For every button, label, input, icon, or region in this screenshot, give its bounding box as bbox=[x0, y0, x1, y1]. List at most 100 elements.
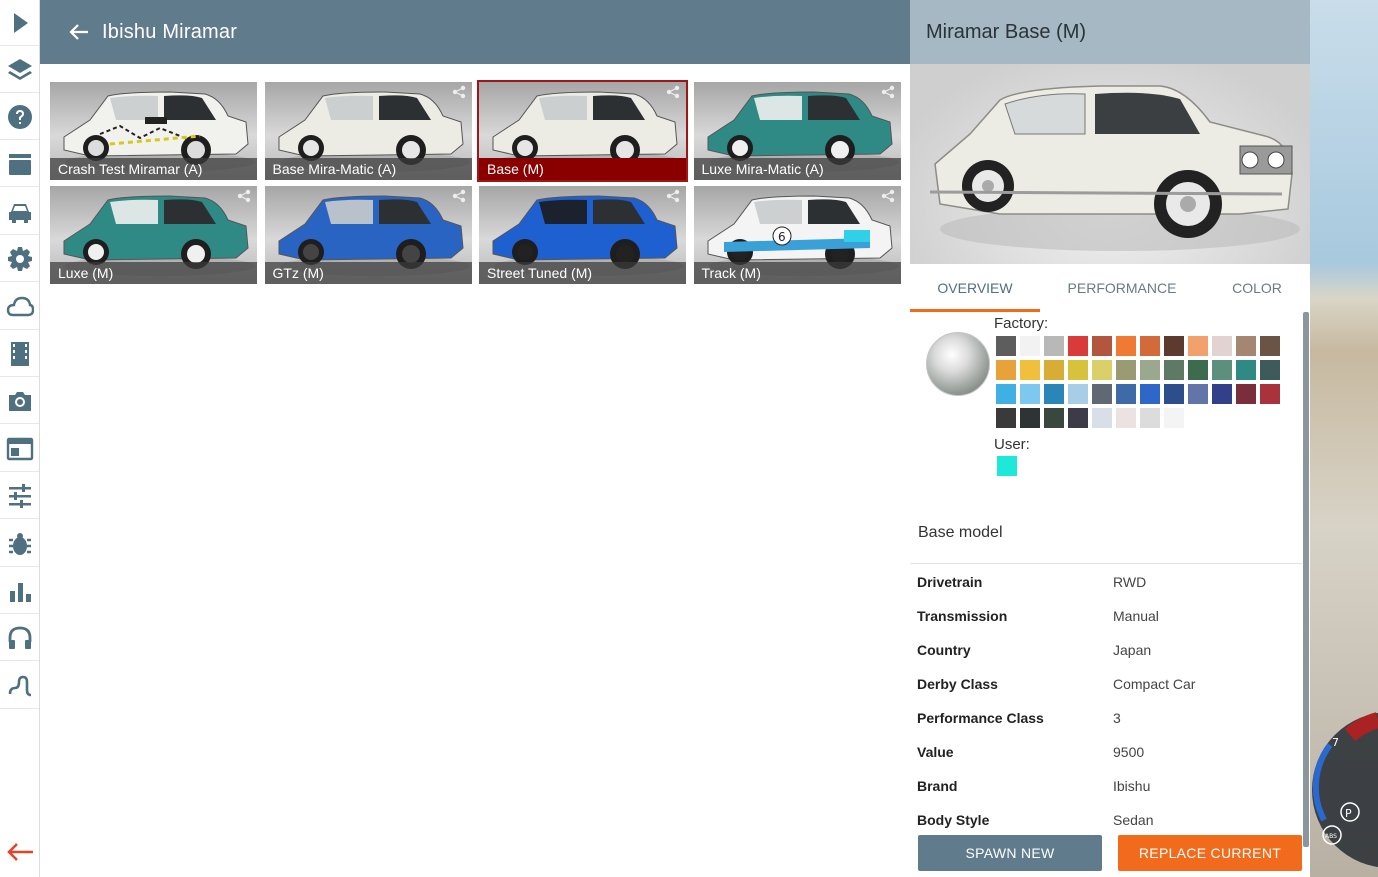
color-swatch[interactable] bbox=[1164, 336, 1184, 356]
color-swatch[interactable] bbox=[1116, 360, 1136, 380]
color-swatch[interactable] bbox=[1092, 336, 1112, 356]
color-swatch[interactable] bbox=[1140, 408, 1160, 428]
spec-key: Body Style bbox=[917, 812, 990, 828]
color-swatch[interactable] bbox=[1092, 384, 1112, 404]
share-icon[interactable] bbox=[881, 189, 895, 203]
sidebar-item-route[interactable] bbox=[0, 663, 39, 709]
panel-scrollbar[interactable] bbox=[1303, 312, 1309, 847]
sidebar-item-car[interactable] bbox=[0, 189, 39, 235]
tab-color[interactable]: COLOR bbox=[1204, 264, 1310, 312]
color-swatch[interactable] bbox=[1188, 360, 1208, 380]
paint-preview-sphere bbox=[926, 332, 990, 396]
color-swatch[interactable] bbox=[1140, 360, 1160, 380]
color-swatch[interactable] bbox=[1260, 384, 1280, 404]
color-swatch[interactable] bbox=[1164, 408, 1184, 428]
color-swatch[interactable] bbox=[1044, 384, 1064, 404]
color-swatch[interactable] bbox=[1020, 360, 1040, 380]
sidebar-item-help[interactable] bbox=[0, 94, 39, 140]
color-swatch[interactable] bbox=[1044, 408, 1064, 428]
config-tile[interactable]: Luxe (M) bbox=[50, 186, 257, 284]
color-swatch[interactable] bbox=[1164, 384, 1184, 404]
color-swatch[interactable] bbox=[1212, 384, 1232, 404]
color-swatch[interactable] bbox=[996, 408, 1016, 428]
tab-overview[interactable]: OVERVIEW bbox=[910, 264, 1040, 312]
share-icon[interactable] bbox=[666, 189, 680, 203]
color-swatch[interactable] bbox=[1116, 384, 1136, 404]
color-swatch[interactable] bbox=[996, 360, 1016, 380]
sidebar-item-camera[interactable] bbox=[0, 378, 39, 424]
color-swatch[interactable] bbox=[1212, 360, 1232, 380]
sidebar-item-clapperboard[interactable] bbox=[0, 141, 39, 187]
color-swatch[interactable] bbox=[1068, 384, 1088, 404]
config-tile[interactable]: Base (M) bbox=[477, 80, 688, 182]
color-swatch[interactable] bbox=[1068, 336, 1088, 356]
config-label: GTz (M) bbox=[264, 262, 472, 284]
back-arrow-icon[interactable] bbox=[4, 838, 36, 866]
color-swatch[interactable] bbox=[996, 384, 1016, 404]
sidebar-item-film[interactable] bbox=[0, 331, 39, 377]
car-icon bbox=[8, 203, 31, 223]
details-panel: Miramar Base (M) OVERVIEW PERFORMANCE CO… bbox=[910, 0, 1310, 877]
share-icon[interactable] bbox=[452, 189, 466, 203]
share-icon[interactable] bbox=[452, 85, 466, 99]
config-tile[interactable]: Luxe Mira-Matic (A) bbox=[693, 82, 901, 180]
config-tile[interactable]: Base Mira-Matic (A) bbox=[264, 82, 472, 180]
color-swatch[interactable] bbox=[1020, 408, 1040, 428]
color-swatch[interactable] bbox=[1116, 336, 1136, 356]
spec-value: Sedan bbox=[1113, 812, 1154, 828]
color-swatch[interactable] bbox=[1164, 360, 1184, 380]
route-icon bbox=[8, 675, 31, 696]
share-icon[interactable] bbox=[666, 85, 680, 99]
color-swatch[interactable] bbox=[1068, 360, 1088, 380]
sidebar-item-headphones[interactable] bbox=[0, 615, 39, 661]
spec-key: Drivetrain bbox=[917, 574, 983, 590]
color-swatch[interactable] bbox=[1092, 408, 1112, 428]
config-tile[interactable]: GTz (M) bbox=[264, 186, 472, 284]
sidebar-item-sliders[interactable] bbox=[0, 473, 39, 519]
color-swatch[interactable] bbox=[1236, 336, 1256, 356]
config-tile[interactable]: Street Tuned (M) bbox=[479, 186, 686, 284]
color-swatch[interactable] bbox=[1188, 384, 1208, 404]
share-icon[interactable] bbox=[237, 189, 251, 203]
sidebar-item-layers[interactable] bbox=[0, 47, 39, 93]
color-swatch[interactable] bbox=[1260, 336, 1280, 356]
config-tile[interactable]: Crash Test Miramar (A) bbox=[50, 82, 257, 180]
help-icon bbox=[7, 104, 32, 129]
sidebar-item-play[interactable] bbox=[0, 0, 39, 46]
config-tile[interactable]: 6 Track (M) bbox=[693, 186, 901, 284]
user-swatch[interactable] bbox=[997, 456, 1017, 476]
spec-row: Brand Ibishu bbox=[910, 769, 1302, 803]
arrow-left-icon[interactable] bbox=[68, 21, 90, 43]
color-swatch[interactable] bbox=[1212, 336, 1232, 356]
sidebar-item-bug[interactable] bbox=[0, 521, 39, 567]
spawn-new-button[interactable]: SPAWN NEW bbox=[918, 835, 1102, 871]
color-swatch[interactable] bbox=[1188, 336, 1208, 356]
color-swatch[interactable] bbox=[1068, 408, 1088, 428]
color-swatch[interactable] bbox=[1140, 336, 1160, 356]
color-swatch[interactable] bbox=[1044, 360, 1064, 380]
sidebar-item-gear[interactable] bbox=[0, 236, 39, 282]
tab-performance[interactable]: PERFORMANCE bbox=[1040, 264, 1204, 312]
color-swatch[interactable] bbox=[1020, 384, 1040, 404]
user-label: User: bbox=[994, 436, 1030, 453]
spec-key: Value bbox=[917, 744, 954, 760]
sidebar-item-window[interactable] bbox=[0, 426, 39, 472]
config-label: Crash Test Miramar (A) bbox=[50, 158, 257, 180]
color-swatch[interactable] bbox=[1116, 408, 1136, 428]
color-swatch[interactable] bbox=[1044, 336, 1064, 356]
color-swatch[interactable] bbox=[1260, 360, 1280, 380]
share-icon[interactable] bbox=[881, 85, 895, 99]
headphones-icon bbox=[8, 626, 31, 649]
color-swatch[interactable] bbox=[1236, 360, 1256, 380]
color-swatch[interactable] bbox=[1236, 384, 1256, 404]
config-label: Luxe Mira-Matic (A) bbox=[693, 158, 901, 180]
spec-table: Drivetrain RWD Transmission Manual Country Ja… bbox=[910, 564, 1302, 837]
color-swatch[interactable] bbox=[1020, 336, 1040, 356]
replace-current-button[interactable]: REPLACE CURRENT bbox=[1118, 835, 1302, 871]
color-swatch[interactable] bbox=[996, 336, 1016, 356]
color-swatch[interactable] bbox=[1140, 384, 1160, 404]
color-swatch[interactable] bbox=[1092, 360, 1112, 380]
sidebar-item-cloud[interactable] bbox=[0, 284, 39, 330]
svg-text:6: 6 bbox=[778, 230, 786, 244]
sidebar-item-bar-chart[interactable] bbox=[0, 568, 39, 614]
